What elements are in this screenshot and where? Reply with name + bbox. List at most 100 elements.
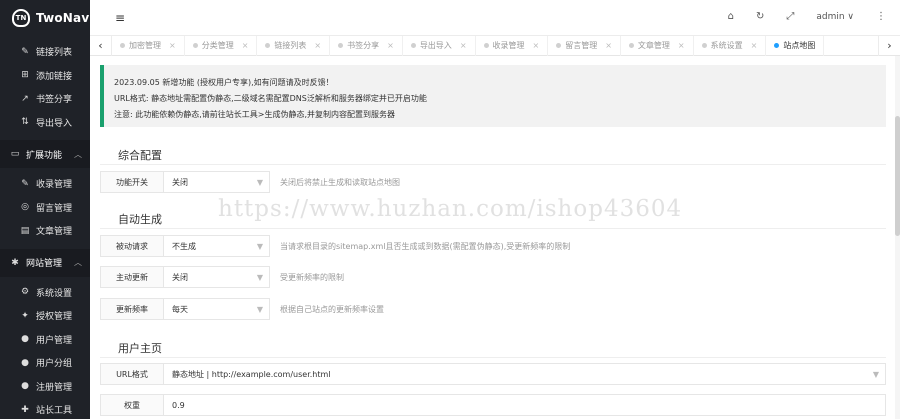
sidebar-item-label: 链接列表 [36,48,73,59]
switch-select[interactable]: 关闭 ▼ [164,171,270,193]
menu-toggle-icon[interactable]: ≡ [115,11,125,25]
sidebar-item-label: 注册管理 [36,382,73,393]
tab-label: 收录管理 [492,41,525,50]
top-header: ≡ ⌂ ↻ ⤢ admin ∨ ⋮ [90,0,900,36]
notice-line-3: 注意: 此功能依赖伪静态,请前往站长工具>生成伪静态,并复制内容配置到服务器 [114,110,396,119]
field-label: URL格式 [100,363,164,385]
sidebar-item-users[interactable]: ● 用户管理 [0,328,90,352]
transfer-icon: ⇅ [21,117,29,128]
chevron-up-icon: ︿ [74,149,82,159]
tab-messages[interactable]: 留言管理 × [548,35,621,56]
tab-list: 加密管理 × 分类管理 × 链接列表 × 书签分享 × 导出导入 × 收录管理 × 留言管理… [112,35,825,56]
sidebar-group-site-admin[interactable]: ✱ 网站管理 ︿ [0,248,90,277]
chevron-up-icon: ︿ [74,258,82,267]
sidebar-item-label: 收录管理 [36,180,73,191]
sidebar: TN TwoNav ✎ 链接列表 ⊞ 添加链接 ↗ 书签分享 ⇅ 导出导入 ▭ … [0,0,90,419]
tab-bookmark-share[interactable]: 书签分享 × [330,35,403,56]
close-icon[interactable]: × [751,41,758,50]
form-row-freq: 更新频率 每天 ▼ 根据自己站点的更新频率设置 [100,298,384,320]
sidebar-item-articles[interactable]: ▤ 文章管理 [0,219,90,243]
sidebar-item-add-link[interactable]: ⊞ 添加链接 [0,64,90,88]
more-icon[interactable]: ⋮ [876,11,886,22]
passive-select[interactable]: 不生成 ▼ [164,235,270,257]
close-icon[interactable]: × [678,41,685,50]
tabs-scroll-right-icon[interactable]: › [878,35,900,56]
sidebar-item-link-list[interactable]: ✎ 链接列表 [0,40,90,64]
tab-label: 系统设置 [710,41,743,50]
sidebar-item-label: 系统设置 [36,288,73,299]
wrench-icon: ✱ [11,257,19,268]
sidebar-item-system-settings[interactable]: ⚙ 系统设置 [0,281,90,305]
section-title-general: 综合配置 [118,149,162,162]
tab-system-settings[interactable]: 系统设置 × [694,35,767,56]
sidebar-group-extensions[interactable]: ▭ 扩展功能 ︿ [0,140,90,168]
input-value: 0.9 [172,400,185,410]
close-icon[interactable]: × [314,41,321,50]
close-icon[interactable]: × [242,41,249,50]
field-label: 权重 [100,394,164,416]
field-hint: 当请求根目录的sitemap.xml且否生成或到数据(需配置伪静态),受更新频率… [280,241,571,251]
sidebar-item-webmaster-tools[interactable]: ✚ 站长工具 [0,398,90,419]
plus-square-icon: ⊞ [21,70,29,81]
close-icon[interactable]: × [387,41,394,50]
sidebar-item-bookmark-share[interactable]: ↗ 书签分享 [0,87,90,111]
link-icon: ✎ [21,46,29,57]
url-format-select[interactable]: 静态地址 | http://example.com/user.html ▼ [164,363,886,385]
field-label: 主动更新 [100,266,164,288]
frequency-select[interactable]: 每天 ▼ [164,298,270,320]
tab-articles[interactable]: 文章管理 × [621,35,694,56]
close-icon[interactable]: × [169,41,176,50]
tabs-scroll-left-icon[interactable]: ‹ [90,35,112,56]
section-title-auto: 自动生成 [118,213,162,226]
tab-label: 文章管理 [637,41,670,50]
content-scrollbar[interactable] [895,56,900,419]
caret-down-icon: ▼ [256,242,263,251]
tab-dot [338,43,344,48]
home-icon[interactable]: ⌂ [728,11,734,22]
tab-import-export[interactable]: 导出导入 × [403,35,476,56]
close-icon[interactable]: × [533,41,540,50]
weight-input[interactable]: 0.9 [164,394,886,416]
refresh-icon[interactable]: ↻ [756,11,764,22]
sidebar-item-label: 书签分享 [36,95,73,106]
sidebar-item-label: 授权管理 [36,312,73,323]
user-menu[interactable]: admin ∨ [816,12,854,22]
select-value: 不生成 [172,241,196,251]
tab-bar: ‹ 加密管理 × 分类管理 × 链接列表 × 书签分享 × 导出导入 × 收录管理 × 留言… [90,35,900,56]
sidebar-group-label: 网站管理 [26,259,63,269]
section-divider [100,357,886,358]
scrollbar-thumb[interactable] [895,116,900,236]
tab-collect[interactable]: 收录管理 × [476,35,549,56]
tab-sitemap[interactable]: 站点地图 [766,35,825,56]
sidebar-item-messages[interactable]: ◎ 留言管理 [0,196,90,220]
users-icon: ● [21,357,29,368]
select-value: 关闭 [172,272,188,282]
tab-label: 链接列表 [274,41,307,50]
notice-line-2: URL格式: 静态地址需配置伪静态,二级域名需配置DNS泛解析和服务器绑定并已开… [114,94,427,103]
logo[interactable]: TN TwoNav [0,0,90,36]
tab-dot [628,43,634,48]
fullscreen-icon[interactable]: ⤢ [786,11,794,22]
tab-label: 留言管理 [565,41,598,50]
close-icon[interactable]: × [460,41,467,50]
field-hint: 根据自己站点的更新频率设置 [280,304,384,314]
field-label: 更新频率 [100,298,164,320]
tab-categories[interactable]: 分类管理 × [185,35,258,56]
sidebar-item-import-export[interactable]: ⇅ 导出导入 [0,111,90,135]
form-row-switch: 功能开关 关闭 ▼ 关闭后将禁止生成和读取站点地图 [100,171,400,193]
tab-encrypt[interactable]: 加密管理 × [112,35,185,56]
sidebar-item-user-groups[interactable]: ● 用户分组 [0,351,90,375]
section-title-user-home: 用户主页 [118,342,162,355]
sidebar-item-collect[interactable]: ✎ 收录管理 [0,172,90,196]
field-label: 功能开关 [100,171,164,193]
close-icon[interactable]: × [605,41,612,50]
caret-down-icon: ▼ [256,273,263,282]
tab-links[interactable]: 链接列表 × [257,35,331,56]
tab-dot [701,43,707,48]
active-select[interactable]: 关闭 ▼ [164,266,270,288]
badge-icon: ✦ [21,310,29,321]
sidebar-item-license[interactable]: ✦ 授权管理 [0,304,90,328]
section-divider [100,228,886,229]
sidebar-item-registration[interactable]: ● 注册管理 [0,375,90,399]
field-label: 被动请求 [100,235,164,257]
